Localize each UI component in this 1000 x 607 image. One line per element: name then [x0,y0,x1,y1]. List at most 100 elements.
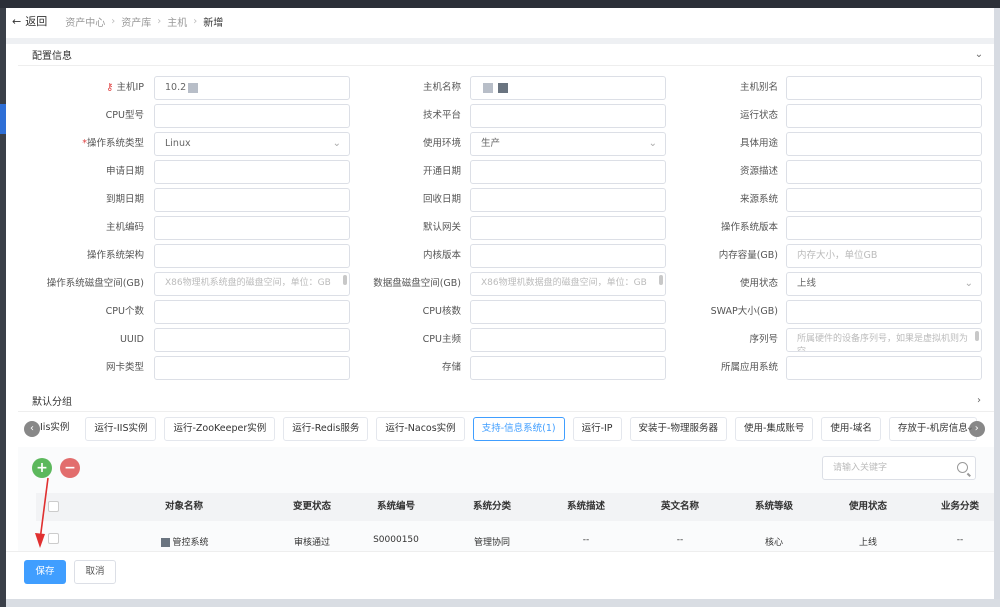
apply-date-input[interactable] [154,160,350,184]
tab-support-info-system[interactable]: 支持-信息系统(1) [472,417,565,441]
cpu-cores-input[interactable] [470,300,666,324]
chevron-down-icon: ⌄ [964,278,973,289]
breadcrumb-item-host[interactable]: 主机 [167,14,187,29]
tab-run-ip[interactable]: 运行-IP [572,417,622,441]
tab-use-domain[interactable]: 使用-域名 [821,417,881,441]
kernel-input[interactable] [470,244,666,268]
table-cell: 核心 [764,538,783,548]
chevron-left-icon[interactable]: ‹ [24,421,40,437]
back-label: 返回 [25,15,48,28]
open-date-input[interactable] [470,160,666,184]
keyword-search-input[interactable]: 请输入关键字 [822,456,976,480]
memory-input[interactable]: 内存大小，单位GB [786,244,982,268]
tab-run-zookeeper[interactable]: 运行-ZooKeeper实例 [164,417,276,441]
app-input[interactable] [786,356,982,380]
use-state-select[interactable]: 上线 ⌄ [786,272,982,296]
tab-stored-in-datacenter[interactable]: 存放于-机房信息 [888,417,977,441]
serial-textarea[interactable]: 所属硬件的设备序列号，如果是虚拟机则为空 [786,328,982,352]
open-date-label: 开通日期 [422,166,461,177]
recycle-date-input[interactable] [470,188,666,212]
data-disk-label: 数据盘磁盘空间(GB) [373,278,461,289]
scrollbar[interactable] [659,275,663,285]
column-header[interactable]: 系统编号 [348,493,444,521]
search-icon[interactable] [957,462,968,473]
host-name-input[interactable] [470,76,666,100]
table-cell[interactable]: 管控系统 [136,535,232,548]
resource-desc-input[interactable] [786,160,982,184]
back-button[interactable]: ← 返回 [12,13,47,29]
expire-date-input[interactable] [154,188,350,212]
memory-label: 内存容量(GB) [718,250,778,261]
redaction-mask [188,82,199,93]
expire-date-label: 到期日期 [105,194,144,205]
select-all-checkbox[interactable] [48,501,59,512]
column-header[interactable]: 使用状态 [820,493,916,521]
tab-run-redis[interactable]: 运行-Redis服务 [283,417,369,441]
swap-input[interactable] [786,300,982,324]
default-gateway-input[interactable] [470,216,666,240]
source-system-input[interactable] [786,188,982,212]
host-alias-input[interactable] [786,76,982,100]
os-version-label: 操作系统版本 [720,222,778,233]
column-header[interactable]: 对象名称 [136,493,232,521]
data-disk-textarea[interactable]: X86物理机数据盘的磁盘空间，单位：GB [470,272,666,296]
chevron-down-icon[interactable]: ⌄ [964,49,994,60]
table-cell: -- [582,535,590,545]
tab-use-integrated-account[interactable]: 使用-集成账号 [734,417,814,441]
cpu-freq-input[interactable] [470,328,666,352]
tab-run-nacos[interactable]: 运行-Nacos实例 [376,417,465,441]
nic-input[interactable] [154,356,350,380]
cpu-model-label: CPU型号 [105,110,144,121]
column-header[interactable]: 系统等级 [726,493,822,521]
cancel-button[interactable]: 取消 [74,560,116,584]
chevron-right-icon[interactable]: › [964,395,994,406]
os-disk-textarea[interactable]: X86物理机系统盘的磁盘空间，单位：GB [154,272,350,296]
purpose-input[interactable] [786,132,982,156]
env-select[interactable]: 生产 ⌄ [470,132,666,156]
os-version-input[interactable] [786,216,982,240]
column-header[interactable]: 系统描述 [538,493,634,521]
breadcrumb-current: 新增 [203,17,224,29]
tab-installed-physical-server[interactable]: 安装于-物理服务器 [629,417,727,441]
column-header[interactable]: 英文名称 [632,493,728,521]
section-config-header[interactable]: 配置信息 ⌄ [18,44,994,66]
section-default-group-title: 默认分组 [32,397,72,408]
save-button[interactable]: 保存 [24,560,66,584]
scrollbar[interactable] [343,275,347,285]
column-header[interactable]: 变更状态 [264,493,360,521]
swap-label: SWAP大小(GB) [710,306,778,317]
uuid-input[interactable] [154,328,350,352]
column-header[interactable]: 系统分类 [444,493,540,521]
row-checkbox[interactable] [48,533,59,544]
source-system-label: 来源系统 [739,194,778,205]
cpu-model-input[interactable] [154,104,350,128]
host-ip-input[interactable]: 10.2 [154,76,350,100]
breadcrumb-item-asset-library[interactable]: 资产库 [121,14,151,29]
table-cell: S0000150 [373,535,419,545]
nic-label: 网卡类型 [105,362,144,373]
redaction-mask [161,538,171,547]
cpu-count-input[interactable] [154,300,350,324]
os-type-select[interactable]: Linux ⌄ [154,132,350,156]
breadcrumb-item-asset-center[interactable]: 资产中心 [65,14,105,29]
section-default-group-header[interactable]: 默认分组 › [18,390,994,412]
key-icon: ⚷ [106,82,114,93]
form-row: ⚷ 主机IP 10.2 主机名称 主机别名 [18,76,994,100]
run-state-input[interactable] [786,104,982,128]
section-config-title: 配置信息 [32,51,72,62]
scrollbar[interactable] [975,331,979,341]
tab-iis-instance[interactable]: Iis实例 [38,417,78,441]
add-button[interactable]: + [32,458,52,478]
host-code-input[interactable] [154,216,350,240]
chevron-down-icon[interactable]: ⌄ [966,422,974,433]
storage-input[interactable] [470,356,666,380]
tech-platform-input[interactable] [470,104,666,128]
form-row: 网卡类型 存储 所属应用系统 [18,356,994,380]
os-arch-input[interactable] [154,244,350,268]
form-row: 操作系统磁盘空间(GB) X86物理机系统盘的磁盘空间，单位：GB 数据盘磁盘空… [18,272,994,296]
tab-run-iis[interactable]: 运行-IIS实例 [85,417,157,441]
column-header[interactable]: 业务分类 [912,493,1000,521]
recycle-date-label: 回收日期 [422,194,461,205]
table-row[interactable]: 管控系统 审核通过 S0000150 管理协同 -- -- 核心 上线 -- [36,525,994,551]
remove-button[interactable]: − [60,458,80,478]
